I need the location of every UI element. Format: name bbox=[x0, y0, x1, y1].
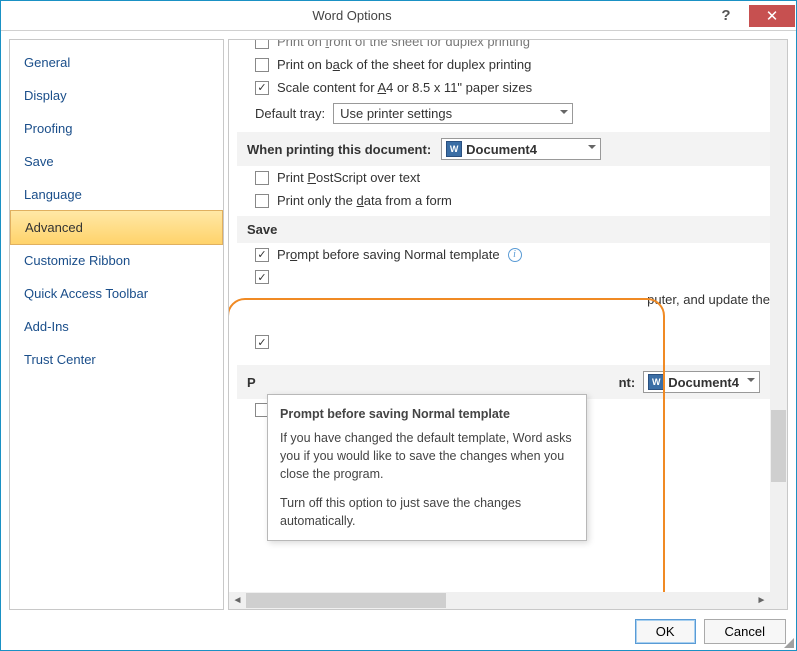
titlebar: Word Options ? ✕ bbox=[1, 1, 796, 31]
sidebar-item-trust-center[interactable]: Trust Center bbox=[10, 343, 223, 376]
sidebar-item-quick-access-toolbar[interactable]: Quick Access Toolbar bbox=[10, 277, 223, 310]
sidebar-item-language[interactable]: Language bbox=[10, 178, 223, 211]
section-save: Save bbox=[237, 216, 770, 243]
option-prompt-normal-template: Prompt before saving Normal template bbox=[277, 247, 500, 262]
option-postscript: Print PostScript over text bbox=[277, 170, 420, 185]
vertical-scrollbar-thumb[interactable] bbox=[771, 410, 786, 482]
sidebar-item-display[interactable]: Display bbox=[10, 79, 223, 112]
option-print-front: Print on front of the sheet for duplex p… bbox=[277, 40, 530, 49]
sidebar-item-proofing[interactable]: Proofing bbox=[10, 112, 223, 145]
document-select-printing[interactable]: W Document4 bbox=[441, 138, 601, 160]
dialog-footer: OK Cancel bbox=[635, 619, 786, 644]
document-select-fidelity[interactable]: W Document4 bbox=[643, 371, 760, 393]
word-icon: W bbox=[648, 374, 664, 390]
tooltip-body-1: If you have changed the default template… bbox=[280, 429, 574, 483]
section-when-printing: When printing this document: W Document4 bbox=[237, 132, 770, 166]
checkbox-print-back[interactable] bbox=[255, 58, 269, 72]
scroll-right-arrow[interactable]: ► bbox=[753, 592, 770, 609]
checkbox-print-front[interactable] bbox=[255, 40, 269, 49]
checkbox-obscured-2[interactable] bbox=[255, 335, 269, 349]
ok-button[interactable]: OK bbox=[635, 619, 696, 644]
resize-grip[interactable] bbox=[782, 636, 794, 648]
default-tray-label: Default tray: bbox=[255, 106, 325, 121]
checkbox-obscured-1[interactable] bbox=[255, 270, 269, 284]
checkbox-form-data[interactable] bbox=[255, 194, 269, 208]
checkbox-prompt-normal-template[interactable] bbox=[255, 248, 269, 262]
scrollbar-corner bbox=[770, 592, 787, 609]
tooltip-body-2: Turn off this option to just save the ch… bbox=[280, 494, 574, 530]
partial-text-right: puter, and update the bbox=[647, 292, 770, 307]
category-sidebar: General Display Proofing Save Language A… bbox=[9, 39, 224, 610]
cancel-button[interactable]: Cancel bbox=[704, 619, 786, 644]
option-scale-content: Scale content for A4 or 8.5 x 11" paper … bbox=[277, 80, 532, 95]
sidebar-item-add-ins[interactable]: Add-Ins bbox=[10, 310, 223, 343]
word-options-dialog: Word Options ? ✕ General Display Proofin… bbox=[0, 0, 797, 651]
sidebar-item-customize-ribbon[interactable]: Customize Ribbon bbox=[10, 244, 223, 277]
scroll-left-arrow[interactable]: ◄ bbox=[229, 592, 246, 609]
option-form-data: Print only the data from a form bbox=[277, 193, 452, 208]
content-panel: Print on front of the sheet for duplex p… bbox=[228, 39, 788, 610]
sidebar-item-general[interactable]: General bbox=[10, 46, 223, 79]
default-tray-select[interactable]: Use printer settings bbox=[333, 103, 573, 124]
scroll-area: Print on front of the sheet for duplex p… bbox=[229, 40, 770, 592]
window-title: Word Options bbox=[1, 8, 703, 23]
word-icon: W bbox=[446, 141, 462, 157]
info-icon[interactable]: i bbox=[508, 248, 522, 262]
sidebar-item-save[interactable]: Save bbox=[10, 145, 223, 178]
checkbox-scale-content[interactable] bbox=[255, 81, 269, 95]
horizontal-scrollbar[interactable]: ◄ ► bbox=[229, 592, 770, 609]
horizontal-scrollbar-thumb[interactable] bbox=[246, 593, 446, 608]
tooltip-prompt-normal-template: Prompt before saving Normal template If … bbox=[267, 394, 587, 541]
sidebar-item-advanced[interactable]: Advanced bbox=[10, 210, 223, 245]
tooltip-title: Prompt before saving Normal template bbox=[280, 405, 574, 423]
vertical-scrollbar[interactable] bbox=[770, 40, 787, 592]
option-print-back: Print on back of the sheet for duplex pr… bbox=[277, 57, 531, 72]
checkbox-postscript[interactable] bbox=[255, 171, 269, 185]
help-button[interactable]: ? bbox=[703, 5, 749, 27]
close-button[interactable]: ✕ bbox=[749, 5, 795, 27]
